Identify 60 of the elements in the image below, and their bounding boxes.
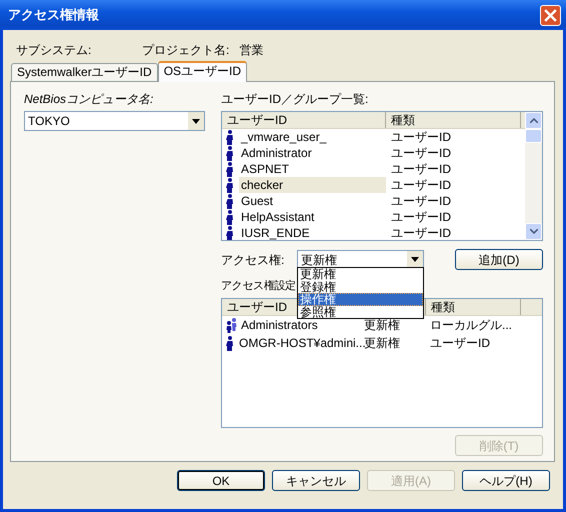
user-type: ユーザーID: [390, 225, 451, 240]
user-name[interactable]: HelpAssistant: [239, 209, 386, 225]
dialog-button[interactable]: OK: [177, 470, 265, 491]
close-icon: [544, 8, 557, 22]
chevron-down-icon: [530, 229, 538, 234]
column-header[interactable]: ユーザーID: [222, 112, 386, 128]
access-label: アクセス権:: [221, 252, 286, 268]
user-name: Administrators: [241, 318, 318, 333]
add-button[interactable]: 追加(D): [455, 249, 543, 270]
user-type: ローカルグル...: [429, 317, 512, 333]
person-icon: [225, 226, 235, 240]
project-value: 営業: [239, 42, 264, 58]
settings-label: アクセス権設定: [221, 278, 296, 294]
user-type: ユーザーID: [390, 193, 451, 209]
access-dropdown[interactable]: 更新権: [297, 250, 424, 270]
subsystem-label: サブシステム:: [16, 42, 92, 58]
dropdown-option[interactable]: 更新権: [298, 268, 423, 280]
user-name[interactable]: checker: [239, 177, 386, 193]
person-icon: [225, 178, 235, 192]
close-button[interactable]: [540, 4, 561, 26]
user-type: ユーザーID: [390, 129, 451, 145]
scroll-up-button[interactable]: [525, 112, 542, 129]
user-type: ユーザーID: [390, 177, 451, 193]
scroll-down-button[interactable]: [525, 223, 542, 240]
user-name[interactable]: Guest: [239, 193, 386, 209]
dropdown-arrow-icon: [411, 257, 419, 262]
user-group-icon: [225, 318, 237, 332]
project-label: プロジェクト名:: [142, 42, 230, 58]
scrollbar[interactable]: [525, 112, 542, 240]
person-icon: [225, 146, 235, 160]
user-type: ユーザーID: [390, 145, 451, 161]
user-name[interactable]: _vmware_user_: [239, 129, 386, 145]
user-name[interactable]: IUSR_ENDE: [239, 225, 386, 240]
user-name[interactable]: Administrator: [239, 145, 386, 161]
user-type: ユーザーID: [390, 161, 451, 177]
dropdown-option[interactable]: 登録権: [298, 280, 423, 293]
window-title: アクセス権情報: [8, 7, 99, 23]
dialog-button[interactable]: キャンセル: [272, 470, 360, 491]
dialog-button[interactable]: ヘルプ(H): [462, 470, 550, 491]
person-icon: [225, 130, 235, 144]
person-icon: [225, 210, 235, 224]
person-icon: [225, 194, 235, 208]
scroll-thumb[interactable]: [525, 129, 542, 143]
column-header[interactable]: 種類: [426, 299, 521, 315]
computer-dropdown[interactable]: TOKYO: [24, 111, 205, 131]
tab[interactable]: SystemwalkerユーザーID: [11, 63, 158, 81]
chevron-up-icon: [530, 118, 538, 123]
dropdown-arrow-icon: [192, 118, 200, 124]
dropdown-option[interactable]: 操作権: [298, 293, 423, 306]
person-icon: [225, 162, 235, 176]
user-name: OMGR-HOST¥admini...: [239, 335, 366, 351]
tab[interactable]: OSユーザーID: [158, 61, 248, 82]
user-list-label: ユーザーID／グループ一覧:: [221, 91, 370, 107]
netbios-label: NetBiosコンピュータ名:: [24, 91, 154, 107]
user-name[interactable]: ASPNET: [239, 161, 386, 177]
access-right: 更新権: [363, 317, 401, 333]
person-icon: [225, 336, 235, 350]
user-type: ユーザーID: [429, 335, 490, 351]
column-header[interactable]: 種類: [386, 112, 521, 128]
user-type: ユーザーID: [390, 209, 451, 225]
